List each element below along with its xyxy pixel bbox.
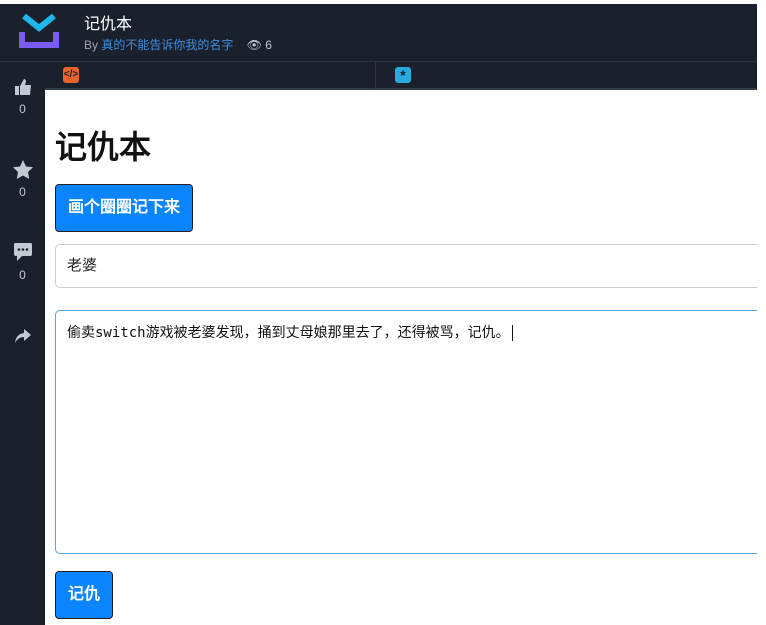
- comment-count: 0: [19, 268, 26, 282]
- favorite-count: 0: [19, 185, 26, 199]
- by-label: By: [84, 38, 99, 52]
- comment-icon: [13, 243, 32, 261]
- like-count: 0: [19, 102, 26, 116]
- grudge-text: 偷卖switch游戏被老婆发现，捅到丈母娘那里去了，还得被骂，记仇。: [67, 325, 510, 341]
- views-number: 6: [265, 38, 272, 52]
- star-icon: [12, 160, 33, 179]
- share-button[interactable]: [0, 328, 45, 350]
- preview-tab[interactable]: *: [395, 67, 411, 83]
- html-tab[interactable]: </>: [63, 67, 79, 83]
- text-cursor: [511, 325, 522, 341]
- action-sidebar: 0 0 0: [0, 62, 45, 625]
- name-input[interactable]: 老婆: [55, 244, 765, 288]
- tab-divider: [375, 62, 376, 90]
- editor-tab-bar: </> *: [45, 62, 757, 90]
- favorite-button[interactable]: 0: [0, 160, 45, 199]
- preview-content: 记仇本 画个圈圈记下来 老婆 偷卖switch游戏被老婆发现，捅到丈母娘那里去了…: [45, 90, 765, 625]
- page-title: 记仇本: [55, 129, 152, 165]
- share-icon: [14, 329, 31, 343]
- author-link[interactable]: 真的不能告诉你我的名字: [101, 38, 233, 52]
- thumbs-up-icon: [14, 79, 31, 95]
- byline: By 真的不能告诉你我的名字 👁 6: [84, 36, 272, 53]
- draw-circle-button[interactable]: 画个圈圈记下来: [55, 184, 194, 232]
- like-button[interactable]: 0: [0, 78, 45, 116]
- grudge-textarea[interactable]: 偷卖switch游戏被老婆发现，捅到丈母娘那里去了，还得被骂，记仇。: [55, 310, 765, 554]
- submit-grudge-button[interactable]: 记仇: [55, 571, 114, 619]
- views-count: 👁 6: [247, 38, 272, 52]
- app-title: 记仇本: [84, 16, 133, 33]
- eye-icon: 👁: [246, 38, 262, 52]
- comment-button[interactable]: 0: [0, 242, 45, 282]
- app-header: 记仇本 By 真的不能告诉你我的名字 👁 6: [0, 4, 757, 62]
- window-edge: [757, 0, 766, 625]
- logo-icon: [19, 13, 59, 48]
